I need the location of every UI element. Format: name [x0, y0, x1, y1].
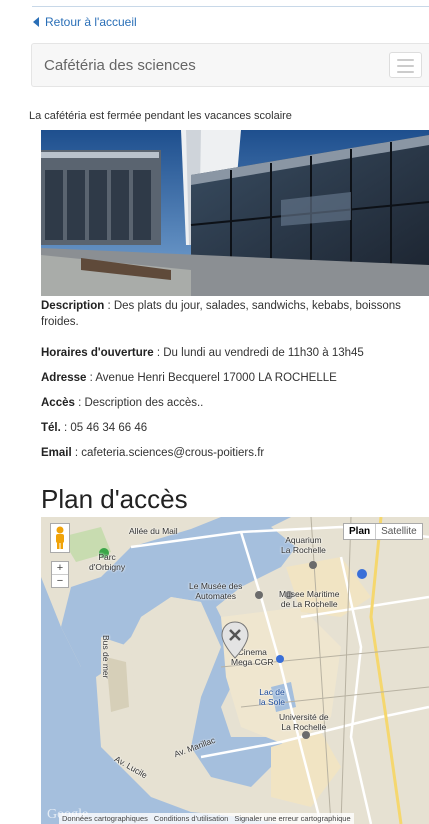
- address-label: Adresse: [41, 372, 87, 384]
- address-row: Adresse : Avenue Henri Becquerel 17000 L…: [41, 370, 421, 386]
- terms-link[interactable]: Conditions d'utilisation: [154, 814, 228, 823]
- map-footer: Google Données cartographiques Condition…: [41, 807, 429, 824]
- map-label-musee-maritime: Musee Maritime de La Rochelle: [279, 589, 340, 609]
- access-label: Accès: [41, 397, 75, 409]
- phone-value: : 05 46 34 66 46: [60, 422, 148, 434]
- navbar: Cafétéria des sciences: [31, 43, 429, 87]
- map-type-plan-button[interactable]: Plan: [344, 524, 377, 539]
- map-label-lac: Lac de la Sole: [259, 687, 285, 707]
- back-arrow-icon: [33, 17, 39, 27]
- closure-notice: La cafétéria est fermée pendant les vaca…: [29, 110, 292, 122]
- navbar-title[interactable]: Cafétéria des sciences: [44, 57, 196, 74]
- access-value: : Description des accès..: [74, 397, 204, 409]
- cafeteria-photo: [41, 130, 429, 296]
- map-marker-icon[interactable]: [221, 621, 249, 659]
- address-value: : Avenue Henri Becquerel 17000 LA ROCHEL…: [86, 372, 337, 384]
- description-label: Description: [41, 300, 105, 312]
- map-label-musee-automates: Le Musée des Automates: [189, 581, 243, 601]
- hours-label: Horaires d'ouverture: [41, 347, 154, 359]
- map-label-allee: Allée du Mail: [129, 526, 178, 536]
- phone-label: Tél.: [41, 422, 61, 434]
- map-label-universite: Université de La Rochelle: [279, 712, 329, 732]
- menu-toggle-button[interactable]: [389, 52, 422, 78]
- hours-row: Horaires d'ouverture : Du lundi au vendr…: [41, 345, 421, 361]
- access-map[interactable]: Allée du Mail Parc d'Orbigny Aquarium La…: [41, 517, 429, 824]
- top-divider: [32, 6, 429, 7]
- email-row: Email : cafeteria.sciences@crous-poitier…: [41, 445, 421, 461]
- hamburger-icon: [397, 59, 414, 61]
- report-error-link[interactable]: Signaler une erreur cartographique: [234, 814, 350, 823]
- access-row: Accès : Description des accès..: [41, 395, 421, 411]
- back-link[interactable]: Retour à l'accueil: [33, 15, 137, 29]
- map-data-link[interactable]: Données cartographiques: [62, 814, 148, 823]
- zoom-control: + −: [51, 561, 69, 588]
- zoom-out-button[interactable]: −: [52, 574, 68, 587]
- zoom-in-button[interactable]: +: [52, 562, 68, 574]
- hours-value: : Du lundi au vendredi de 11h30 à 13h45: [153, 347, 364, 359]
- map-type-control: Plan Satellite: [343, 523, 423, 540]
- email-label: Email: [41, 447, 72, 459]
- access-map-heading: Plan d'accès: [41, 484, 188, 514]
- description-row: Description : Des plats du jour, salades…: [41, 298, 421, 330]
- email-value: : cafeteria.sciences@crous-poitiers.fr: [71, 447, 265, 459]
- map-label-bus: Bus de mer: [101, 635, 111, 679]
- map-label-aquarium: Aquarium La Rochelle: [281, 535, 326, 555]
- map-type-satellite-button[interactable]: Satellite: [376, 524, 422, 539]
- map-footer-links: Données cartographiques Conditions d'uti…: [59, 813, 354, 824]
- back-link-label: Retour à l'accueil: [45, 15, 137, 29]
- street-view-pegman-icon[interactable]: [50, 523, 70, 553]
- map-label-parc: Parc d'Orbigny: [89, 552, 126, 572]
- phone-row: Tél. : 05 46 34 66 46: [41, 420, 421, 436]
